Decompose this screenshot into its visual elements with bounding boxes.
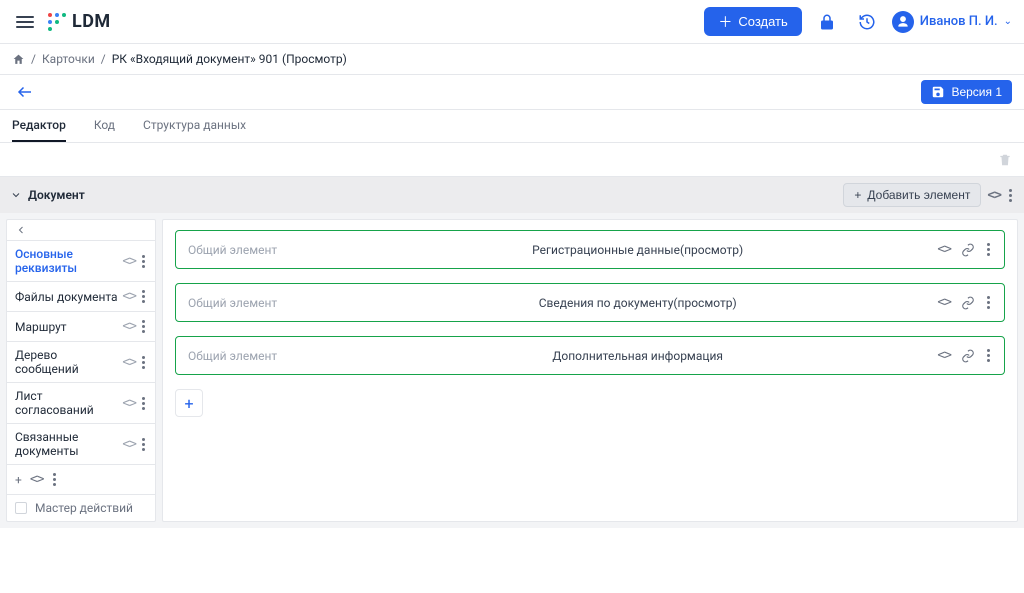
plus-icon: ＋ [718,15,732,29]
logo-icon [48,13,66,31]
kebab-icon[interactable] [51,471,58,488]
sidebar-item[interactable]: Дерево сообщений <> [7,341,155,382]
tabs: Редактор Код Структура данных [0,110,1024,143]
lock-icon[interactable] [812,7,842,37]
tab-code[interactable]: Код [94,110,115,142]
code-icon[interactable]: <> [122,289,136,304]
panel-header: Документ + Добавить элемент <> [0,177,1024,213]
row-title: Сведения по документу(просмотр) [338,296,937,310]
sidebar-item-label: Основные реквизиты [15,247,118,275]
sidebar-item[interactable]: Связанные документы <> [7,423,155,464]
kebab-icon[interactable] [140,318,147,335]
row-title: Дополнительная информация [338,349,937,363]
tab-editor[interactable]: Редактор [12,110,66,142]
element-row[interactable]: Общий элементСведения по документу(просм… [175,283,1005,322]
panel-title: Документ [28,188,85,202]
sidebar-item-label: Дерево сообщений [15,348,118,376]
sidebar-item-label: Лист согласований [15,389,118,417]
breadcrumb: / Карточки / РК «Входящий документ» 901 … [0,44,1024,75]
history-icon[interactable] [852,7,882,37]
save-icon [931,85,945,99]
content-area: Общий элементРегистрационные данные(прос… [162,219,1018,522]
chevron-down-icon[interactable] [10,189,22,201]
avatar-icon [892,11,914,33]
kebab-icon[interactable] [140,354,147,371]
create-button[interactable]: ＋ Создать [704,7,801,36]
add-row-button[interactable]: + [175,389,203,417]
user-name: Иванов П. И. [920,14,998,29]
menu-button[interactable] [12,12,38,32]
code-icon[interactable]: <> [122,396,136,411]
code-icon[interactable]: <> [122,254,136,269]
link-icon[interactable] [961,296,975,310]
add-element-label: Добавить элемент [867,188,970,202]
breadcrumb-cards[interactable]: Карточки [42,52,95,66]
sidebar-footer-tools: + <> [7,464,155,494]
row-title: Регистрационные данные(просмотр) [338,243,937,257]
sidebar-master[interactable]: Мастер действий [7,494,155,521]
sidebar-item[interactable]: Файлы документа <> [7,281,155,311]
sidebar-item-label: Маршрут [15,320,118,334]
user-menu[interactable]: Иванов П. И. ⌄ [892,11,1012,33]
code-icon[interactable]: <> [937,348,951,363]
kebab-icon[interactable] [985,294,992,311]
link-icon[interactable] [961,349,975,363]
kebab-icon[interactable] [140,253,147,270]
sidebar-item-label: Файлы документа [15,290,118,304]
link-icon[interactable] [961,243,975,257]
sidebar-item[interactable]: Лист согласований <> [7,382,155,423]
trash-icon[interactable] [994,149,1016,171]
create-label: Создать [738,14,787,29]
checkbox-icon[interactable] [15,502,27,514]
app-logo: LDM [48,11,111,32]
plus-icon: + [854,188,861,202]
row-tag: Общий элемент [188,243,338,257]
kebab-icon[interactable] [1007,187,1014,204]
code-icon[interactable]: <> [987,188,1001,203]
kebab-icon[interactable] [985,241,992,258]
sidebar-item[interactable]: Маршрут <> [7,311,155,341]
sidebar: Основные реквизиты<>Файлы документа<>Мар… [6,219,156,522]
sidebar-item-label: Связанные документы [15,430,118,458]
logo-text: LDM [72,11,111,32]
element-row[interactable]: Общий элементДополнительная информация<> [175,336,1005,375]
code-icon[interactable]: <> [122,437,136,452]
plus-icon[interactable]: + [15,473,22,487]
version-label: Версия 1 [951,85,1002,99]
version-button[interactable]: Версия 1 [921,80,1012,104]
tab-structure[interactable]: Структура данных [143,110,246,142]
code-icon[interactable]: <> [122,319,136,334]
code-icon[interactable]: <> [30,472,44,487]
kebab-icon[interactable] [140,288,147,305]
add-element-button[interactable]: + Добавить элемент [843,183,981,207]
sidebar-collapse-icon[interactable] [7,220,155,240]
sidebar-item[interactable]: Основные реквизиты <> [7,240,155,281]
element-row[interactable]: Общий элементРегистрационные данные(прос… [175,230,1005,269]
kebab-icon[interactable] [985,347,992,364]
row-tag: Общий элемент [188,296,338,310]
back-arrow-icon[interactable] [12,79,38,105]
row-tag: Общий элемент [188,349,338,363]
home-icon[interactable] [12,53,25,66]
breadcrumb-current: РК «Входящий документ» 901 (Просмотр) [112,52,347,66]
code-icon[interactable]: <> [122,355,136,370]
code-icon[interactable]: <> [937,242,951,257]
chevron-down-icon: ⌄ [1004,16,1012,27]
code-icon[interactable]: <> [937,295,951,310]
sidebar-master-label: Мастер действий [35,501,133,515]
kebab-icon[interactable] [140,436,147,453]
kebab-icon[interactable] [140,395,147,412]
